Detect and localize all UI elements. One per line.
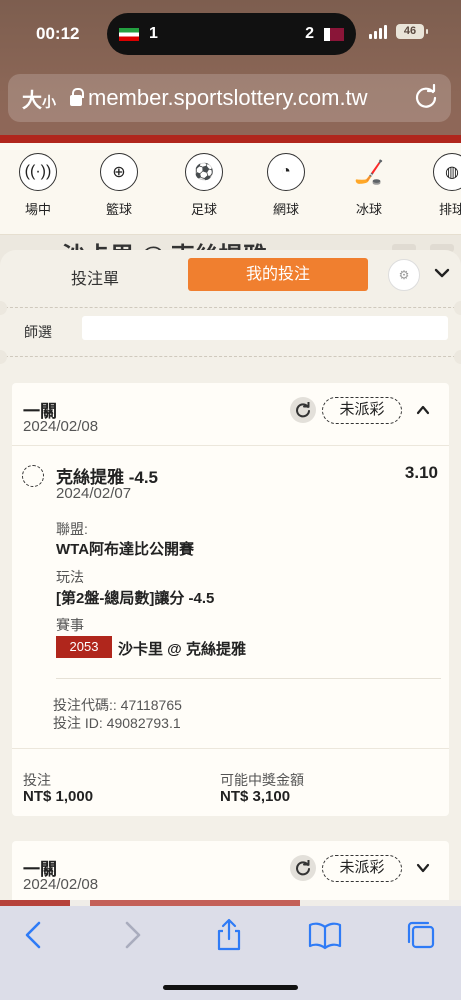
stake-value: NT$ 1,000 (23, 788, 94, 805)
battery-icon: 46 (396, 24, 428, 39)
browser-chrome: 00:12 1 2 46 大小 member.sportslottery.com… (0, 0, 461, 135)
divider (12, 748, 449, 749)
away-score: 2 (305, 25, 314, 42)
chevron-down-icon[interactable] (415, 860, 431, 876)
sport-label: 籃球 (105, 202, 132, 217)
sport-label: 冰球 (355, 202, 382, 217)
status-badge: 未派彩 (322, 855, 402, 882)
tabs-icon[interactable] (404, 918, 438, 952)
event-name: 沙卡里 @ 克絲提雅 (118, 641, 246, 658)
stake-label: 投注 (23, 772, 51, 788)
refresh-icon[interactable] (290, 855, 316, 881)
site-header-strip (0, 135, 461, 143)
sports-nav: ((·)) 場中 ⊕ 籃球 ⚽ 足球 ◔ 網球 🏒 冰球 ◍ 排球 (0, 143, 461, 235)
lock-icon (70, 88, 84, 106)
league-label: 聯盟: (56, 521, 88, 537)
ticket-notch (454, 350, 461, 364)
sport-label: 場中 (24, 202, 51, 217)
qatar-flag-icon (324, 28, 344, 41)
collapse-chevron-icon[interactable] (432, 263, 452, 283)
divider (56, 678, 441, 679)
url-text[interactable]: member.sportslottery.com.tw (88, 85, 408, 111)
bet-date: 2024/02/08 (23, 418, 99, 435)
selection-status-icon (22, 465, 44, 487)
selection-odds: 3.10 (404, 463, 438, 482)
volleyball-icon: ◍ (433, 153, 461, 191)
page-peek-strip (0, 900, 461, 906)
payout-label: 可能中獎金額 (220, 772, 304, 788)
text-size-button[interactable]: 大小 (22, 84, 56, 113)
market-value: [第2盤-總局數]讓分 -4.5 (56, 590, 215, 607)
sport-tab-hockey[interactable]: 🏒 冰球 (339, 153, 399, 218)
sport-label: 網球 (272, 202, 299, 217)
divider (0, 356, 461, 357)
tennis-icon: ◔ (267, 153, 305, 191)
tab-betslip[interactable]: 投注單 (40, 265, 150, 289)
sport-tab-basketball[interactable]: ⊕ 籃球 (89, 153, 149, 218)
sport-tab-volleyball[interactable]: ◍ 排球 (422, 153, 461, 218)
market-label: 玩法 (56, 569, 84, 585)
league-value: WTA阿布達比公開賽 (56, 541, 195, 558)
basketball-icon: ⊕ (100, 153, 138, 191)
bet-id: 投注 ID: 49082793.1 (53, 715, 181, 731)
bookmarks-icon[interactable] (308, 918, 342, 952)
payout-value: NT$ 3,100 (220, 788, 291, 805)
event-code-badge: 2053 (56, 636, 112, 658)
reload-icon[interactable] (413, 84, 439, 110)
status-time: 00:12 (36, 24, 80, 43)
settings-gear-icon[interactable]: ⚙ (388, 259, 420, 291)
sport-tab-soccer[interactable]: ⚽ 足球 (174, 153, 234, 218)
bet-panel: 投注單 我的投注 ⚙ 師選 一關 2024/02/08 未派彩 克絲提雅 -4.… (0, 250, 461, 900)
home-indicator (163, 985, 298, 990)
panel-tab-bar: 投注單 我的投注 ⚙ (0, 250, 461, 300)
sport-label: 足球 (190, 202, 217, 217)
selection-date: 2024/02/07 (56, 485, 132, 502)
filter-input[interactable] (82, 316, 448, 340)
ticket-notch (454, 301, 461, 315)
ticket-notch (0, 350, 7, 364)
bet-card[interactable]: 一關 2024/02/08 未派彩 (12, 841, 449, 900)
bet-card: 一關 2024/02/08 未派彩 克絲提雅 -4.5 3.10 2024/02… (12, 383, 449, 816)
home-score: 1 (149, 25, 158, 42)
live-icon: ((·)) (19, 153, 57, 191)
back-icon[interactable] (17, 918, 51, 952)
sport-label: 排球 (438, 202, 461, 217)
address-bar[interactable]: 大小 member.sportslottery.com.tw (8, 74, 451, 122)
divider (12, 445, 449, 446)
ticket-notch (0, 301, 7, 315)
iran-flag-icon (119, 28, 139, 41)
signal-icon (369, 25, 387, 39)
filter-label: 師選 (24, 324, 52, 340)
sport-tab-live[interactable]: ((·)) 場中 (8, 153, 68, 218)
share-icon[interactable] (212, 918, 246, 952)
hockey-icon: 🏒 (354, 158, 384, 186)
forward-icon[interactable] (115, 918, 149, 952)
refresh-icon[interactable] (290, 397, 316, 423)
sport-tab-tennis[interactable]: ◔ 網球 (256, 153, 316, 218)
bet-date: 2024/02/08 (23, 876, 99, 893)
divider (0, 307, 461, 308)
dynamic-island-live-score[interactable]: 1 2 (107, 13, 356, 55)
soccer-icon: ⚽ (185, 153, 223, 191)
tab-my-bets[interactable]: 我的投注 (188, 258, 368, 291)
event-label: 賽事 (56, 617, 84, 633)
chevron-up-icon[interactable] (415, 402, 431, 418)
bet-code: 投注代碼:: 47118765 (53, 697, 182, 713)
status-badge: 未派彩 (322, 397, 402, 424)
